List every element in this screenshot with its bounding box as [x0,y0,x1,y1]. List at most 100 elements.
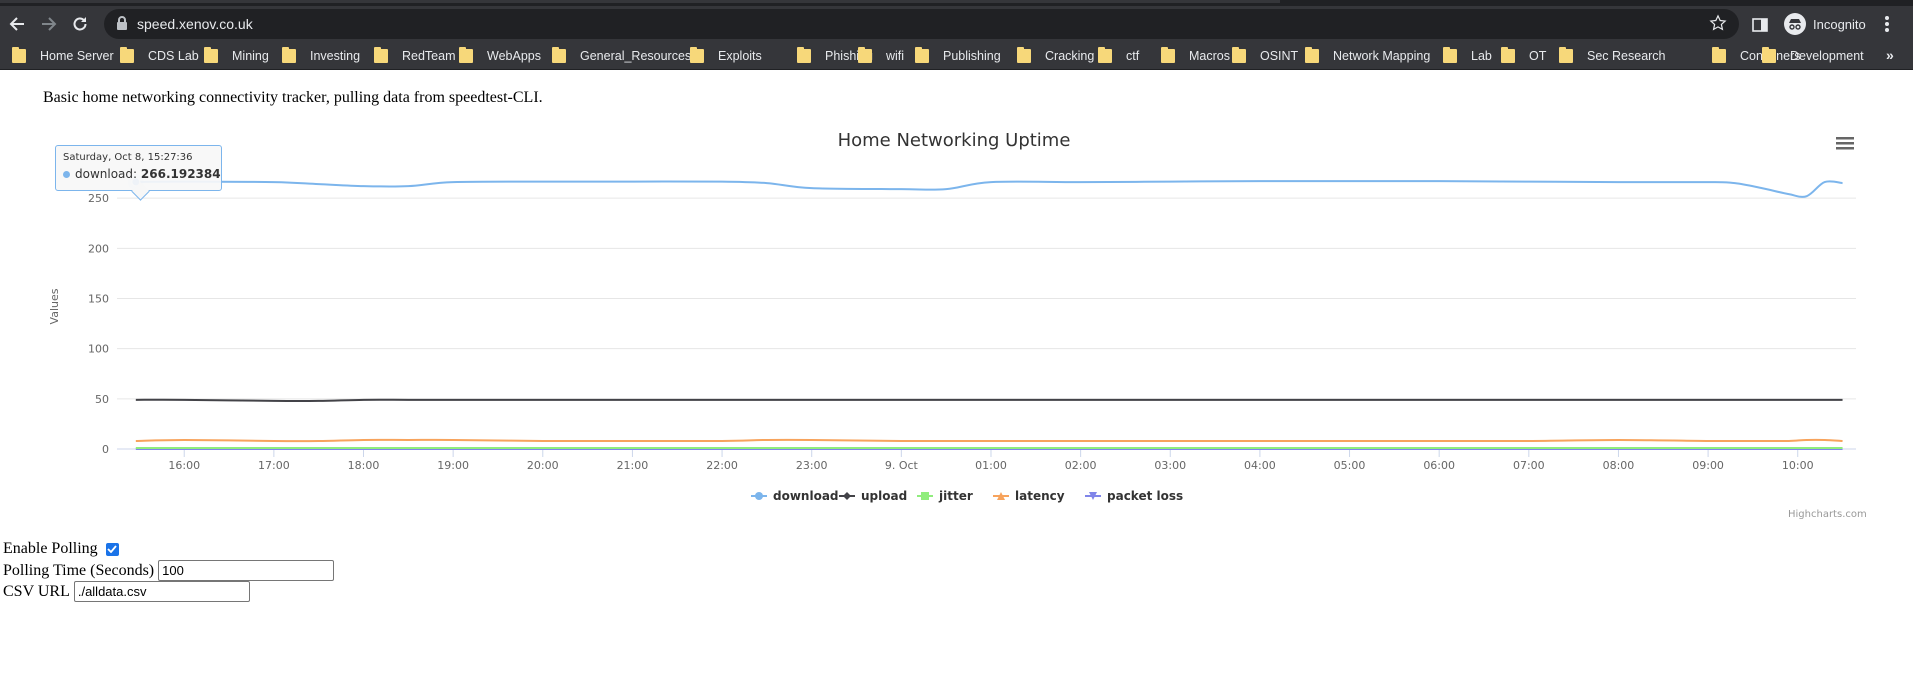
x-tick-label: 18:00 [348,459,380,472]
folder-icon [282,47,296,63]
polling-row: Enable Polling [3,540,119,558]
bookmark-item[interactable]: General_Resources [552,46,691,66]
y-tick-label: 0 [102,443,109,456]
legend-marker [755,492,763,500]
bookmark-item[interactable]: OT [1501,46,1546,66]
incognito-label: Incognito [1813,16,1866,32]
x-tick-label: 23:00 [796,459,828,472]
bookmark-label: Macros [1189,49,1230,63]
folder-icon [1098,47,1112,63]
bookmark-item[interactable]: Mining [204,46,269,66]
folder-icon [915,47,929,63]
legend-item-download[interactable]: download [773,489,839,503]
reload-button[interactable] [66,10,94,38]
bookmark-label: Cracking [1045,49,1095,63]
folder-icon [552,47,566,63]
bookmark-item[interactable]: Publishing [915,46,1001,66]
series-line-download[interactable] [135,180,1843,198]
tooltip-value-line: download: 266.192384 [63,167,221,181]
chart-title: Home Networking Uptime [837,130,1071,151]
polling-checkbox[interactable] [105,542,119,556]
x-tick-label: 09:00 [1692,459,1724,472]
y-tick-label: 50 [95,393,109,406]
x-tick-label: 22:00 [706,459,738,472]
x-tick-label: 16:00 [168,459,200,472]
csv-url-input[interactable] [73,581,250,602]
bookmark-label: WebApps [487,49,541,63]
polling-time-input[interactable] [158,560,335,581]
x-tick-label: 01:00 [975,459,1007,472]
star-icon[interactable] [1709,14,1727,32]
folder-icon [1501,47,1515,63]
legend-item-jitter[interactable]: jitter [938,489,973,503]
tooltip-series-dot [63,170,70,178]
bookmark-item[interactable]: Lab [1443,46,1492,66]
address-bar[interactable]: speed.xenov.co.uk [104,9,1739,39]
bookmark-item[interactable]: Investing [282,46,360,66]
folder-icon [1161,47,1175,63]
bookmark-item[interactable]: WebApps [459,46,541,66]
x-tick-label: 21:00 [617,459,649,472]
folder-icon [1559,47,1573,63]
bookmark-item[interactable]: wifi [858,46,904,66]
legend-item-latency[interactable]: latency [1015,489,1065,503]
hamburger-menu-icon[interactable] [1836,135,1854,151]
folder-icon [12,47,26,63]
bookmark-label: Mining [232,49,269,63]
bookmark-item[interactable]: Exploits [690,46,762,66]
side-panel-icon[interactable] [1752,18,1768,32]
more-menu-icon[interactable] [1884,15,1890,33]
y-axis-title: Values [48,288,61,324]
page-intro: Basic home networking connectivity track… [43,89,543,106]
y-tick-label: 250 [88,192,109,205]
url-text: speed.xenov.co.uk [137,16,253,32]
bookmark-label: Exploits [718,49,762,63]
folder-icon [1305,47,1319,63]
bookmark-item[interactable]: Macros [1161,46,1230,66]
more-bookmarks-button[interactable]: » [1886,47,1894,63]
legend-item-packet-loss[interactable]: packet loss [1107,489,1183,503]
lock-icon [117,16,127,30]
bookmark-item[interactable]: RedTeam [374,46,456,66]
csv-url-label: CSV URL [3,582,70,600]
back-button[interactable] [3,10,31,38]
x-tick-label: 19:00 [437,459,469,472]
bookmark-label: wifi [886,49,905,63]
bookmark-label: General_Resources [580,49,692,63]
x-tick-label: 04:00 [1244,459,1276,472]
bookmark-item[interactable]: ctf [1098,46,1139,66]
y-tick-label: 100 [88,343,109,356]
bookmark-item[interactable]: Home Server [12,46,114,66]
x-tick-label: 06:00 [1423,459,1455,472]
folder-icon [120,47,134,63]
y-tick-label: 200 [88,242,109,255]
bookmark-item[interactable]: OSINT [1232,46,1298,66]
x-tick-label: 9. Oct [885,459,919,472]
bookmark-item[interactable]: CDS Lab [120,46,199,66]
bookmark-label: ctf [1126,49,1140,63]
series-line-latency[interactable] [135,438,1843,443]
y-tick-label: 150 [88,293,109,306]
folder-icon [1762,47,1776,63]
bookmark-label: Network Mapping [1333,49,1431,63]
bookmark-label: Development [1790,49,1864,63]
bookmark-label: Home Server [40,49,114,63]
incognito-profile[interactable]: Incognito [1784,9,1866,39]
forward-button[interactable] [35,10,63,38]
bookmark-item[interactable]: Cracking [1017,46,1094,66]
bookmark-label: Sec Research [1587,49,1666,63]
tooltip-date: Saturday, Oct 8, 15:27:36 [63,152,193,163]
series-line-upload[interactable] [135,398,1843,402]
bookmark-item[interactable]: Development [1762,46,1864,66]
uptime-chart[interactable]: 0 50 100 150 200 250 Values 16:00 17:00 18:00 19:0… [44,118,1864,528]
tooltip-series-name: download [75,167,134,181]
bookmark-item[interactable]: Network Mapping [1305,46,1430,66]
legend-item-upload[interactable]: upload [861,489,907,503]
folder-icon [797,47,811,63]
highcharts-credits-link[interactable]: Highcharts.com [1788,509,1867,520]
x-tick-label: 17:00 [258,459,290,472]
bookmark-item[interactable]: Sec Research [1559,46,1666,66]
folder-icon [1443,47,1457,63]
polling-time-row: Polling Time (Seconds) [3,560,335,581]
chart-container: 0 50 100 150 200 250 Values 16:00 17:00 18:00 19:0… [44,118,1867,528]
